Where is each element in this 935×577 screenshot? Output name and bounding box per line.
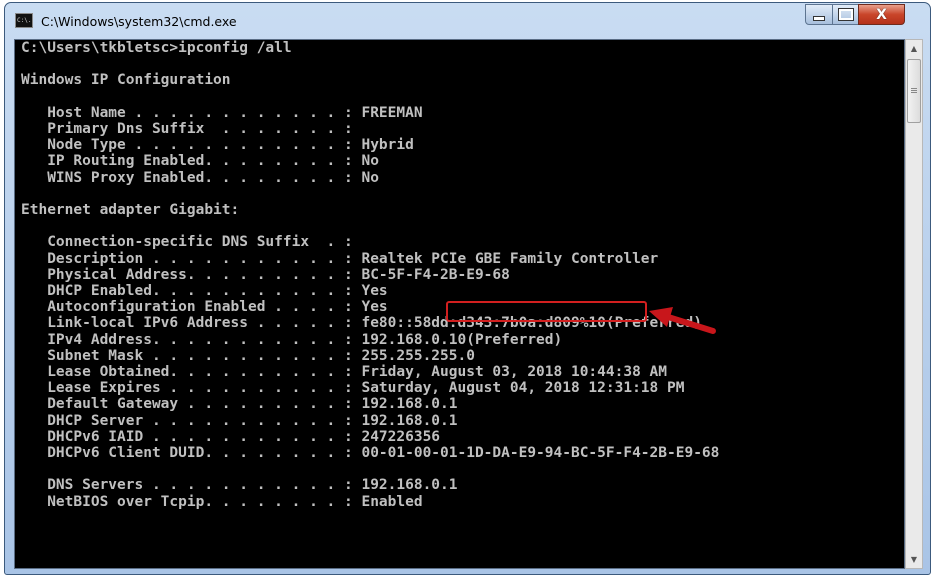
console-line: DNS Servers . . . . . . . . . . . : 192.… <box>21 477 458 494</box>
scroll-down-arrow-icon[interactable]: ▼ <box>906 551 922 568</box>
scrollbar-thumb[interactable] <box>907 59 921 123</box>
console-line: Connection-specific DNS Suffix . : <box>21 234 353 251</box>
console-line: Default Gateway . . . . . . . . . : 192.… <box>21 396 458 413</box>
scroll-up-arrow-icon[interactable]: ▲ <box>906 40 922 57</box>
title-bar[interactable]: C:\. C:\Windows\system32\cmd.exe X <box>5 3 930 41</box>
console-line: Host Name . . . . . . . . . . . . : FREE… <box>21 104 423 121</box>
console-line: Lease Expires . . . . . . . . . . : Satu… <box>21 380 685 397</box>
scrollbar-grip-icon <box>911 88 917 89</box>
close-button[interactable]: X <box>858 4 905 25</box>
console-line: IP Routing Enabled. . . . . . . . : No <box>21 153 379 170</box>
console-line: Subnet Mask . . . . . . . . . . . : 255.… <box>21 347 475 364</box>
console-line: Lease Obtained. . . . . . . . . . : Frid… <box>21 364 668 381</box>
console-line: DHCP Enabled. . . . . . . . . . . : Yes <box>21 283 388 300</box>
console-line: Autoconfiguration Enabled . . . . : Yes <box>21 299 388 316</box>
window-title: C:\Windows\system32\cmd.exe <box>41 14 237 29</box>
console-line: Ethernet adapter Gigabit: <box>21 202 240 219</box>
console-line: Description . . . . . . . . . . . : Real… <box>21 250 659 267</box>
vertical-scrollbar[interactable]: ▲ ▼ <box>905 39 923 569</box>
console-line: DHCPv6 IAID . . . . . . . . . . . : 2472… <box>21 428 441 445</box>
red-arrow-icon <box>649 307 716 334</box>
console-line: Windows IP Configuration <box>21 72 231 89</box>
console-line: C:\Users\tkbletsc>ipconfig /all <box>21 40 292 56</box>
console-line: Primary Dns Suffix . . . . . . . : <box>21 121 353 138</box>
console-line: Node Type . . . . . . . . . . . . : Hybr… <box>21 137 414 154</box>
maximize-button[interactable] <box>832 4 859 25</box>
console-text: C:\Users\tkbletsc>ipconfig /all Windows … <box>21 40 719 510</box>
close-icon: X <box>876 6 887 23</box>
console-line: DHCPv6 Client DUID. . . . . . . . : 00-0… <box>21 445 720 462</box>
console-line: WINS Proxy Enabled. . . . . . . . : No <box>21 169 379 186</box>
console-line: Physical Address. . . . . . . . . : BC-5… <box>21 266 510 283</box>
cmd-app-icon[interactable]: C:\. <box>15 13 33 28</box>
minimize-button[interactable] <box>805 4 833 25</box>
console-line: DHCP Server . . . . . . . . . . . : 192.… <box>21 412 458 429</box>
console-line: IPv4 Address. . . . . . . . . . . : 192.… <box>21 331 563 348</box>
maximize-icon <box>837 8 854 21</box>
minimize-icon <box>813 16 825 21</box>
cmd-window: C:\. C:\Windows\system32\cmd.exe X C:\Us… <box>4 2 931 575</box>
console-line: NetBIOS over Tcpip. . . . . . . . : Enab… <box>21 493 423 510</box>
mac-address-highlight-box <box>446 301 647 322</box>
